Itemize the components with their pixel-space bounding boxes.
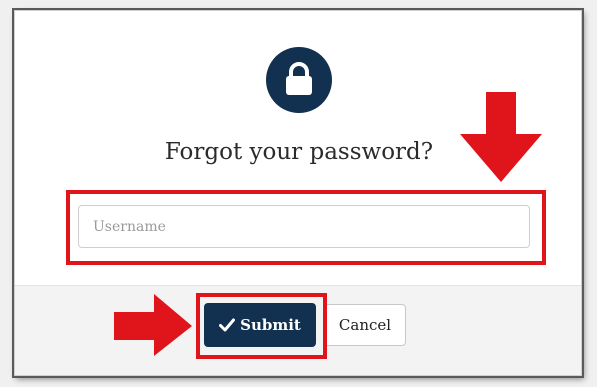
forgot-password-dialog: Forgot your password? Submit Cancel [14,10,582,376]
cancel-button[interactable]: Cancel [324,304,406,346]
submit-label: Submit [240,316,301,334]
screenshot-frame: Forgot your password? Submit Cancel [0,0,597,387]
submit-button[interactable]: Submit [204,303,316,347]
lock-icon [286,62,312,95]
username-input[interactable] [78,205,530,248]
lock-badge [266,47,332,113]
page-title: Forgot your password? [164,139,434,165]
checkmark-icon [219,318,236,332]
